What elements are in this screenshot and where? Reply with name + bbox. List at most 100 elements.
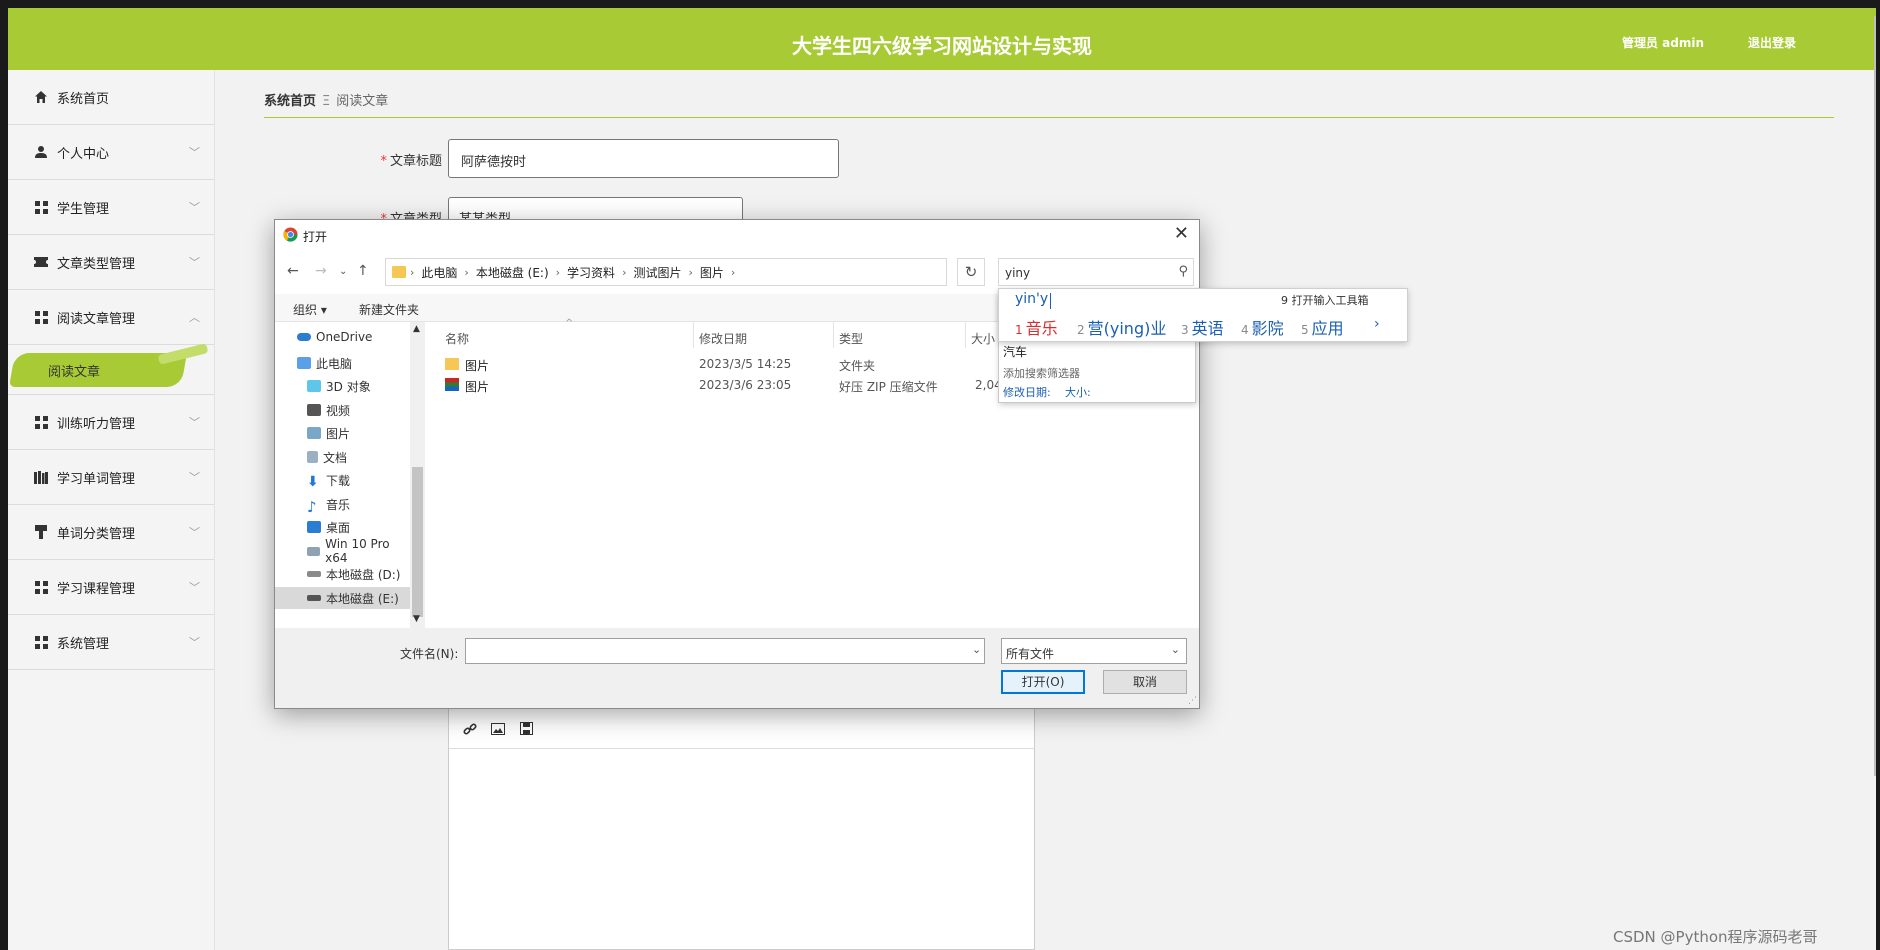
ime-candidate[interactable]: 5 应用 [1301, 315, 1344, 339]
pin-icon [34, 525, 48, 539]
sidebar-item-courses[interactable]: 学习课程管理 ﹀ [8, 560, 214, 615]
tree-item-documents[interactable]: 文档 [275, 446, 410, 468]
dialog-footer: 文件名(N): ⌄ 所有文件 ⌄ 打开(O) 取消 ⋰ [275, 628, 1199, 708]
folder-icon [392, 266, 406, 278]
tree-item-downloads[interactable]: ⬇ 下载 [275, 469, 410, 491]
watermark: CSDN @Python程序源码老哥 [1613, 928, 1818, 946]
grid-icon [34, 415, 48, 429]
address-bar[interactable]: › 此电脑 › 本地磁盘 (E:) › 学习资料 › 测试图片 › 图片 › ⌄ [385, 258, 1040, 286]
title-label: * 文章标题 [380, 154, 442, 169]
organize-button[interactable]: 组织 ▾ [293, 301, 327, 318]
tree-item-videos[interactable]: 视频 [275, 399, 410, 421]
path-segment[interactable]: 学习资料 [567, 264, 615, 281]
site-title: 大学生四六级学习网站设计与实现 [792, 34, 1092, 58]
chevron-down-icon: ﹀ [189, 471, 200, 484]
sidebar-item-students[interactable]: 学生管理 ﹀ [8, 180, 214, 235]
sidebar-item-listening[interactable]: 训练听力管理 ﹀ [8, 395, 214, 450]
sort-ascending-icon: ^ [565, 318, 574, 329]
article-title-input[interactable]: 阿萨德按时 [448, 139, 839, 178]
tree-item-this-pc[interactable]: 此电脑 [275, 352, 410, 374]
sidebar-item-words[interactable]: 学习单词管理 ﹀ [8, 450, 214, 505]
user-icon [34, 145, 48, 159]
sidebar-item-article-types[interactable]: 文章类型管理 ﹀ [8, 235, 214, 290]
tree-item-onedrive[interactable]: OneDrive [275, 326, 410, 348]
filetype-select[interactable]: 所有文件 ⌄ [1001, 638, 1187, 664]
column-header-type[interactable]: 类型 [839, 330, 863, 347]
search-value: yiny [1005, 266, 1031, 280]
logout-link[interactable]: 退出登录 [1748, 34, 1796, 51]
close-icon[interactable]: ✕ [1174, 223, 1189, 244]
sidebar-item-word-categories[interactable]: 单词分类管理 ﹀ [8, 505, 214, 560]
ime-candidate[interactable]: 3 英语 [1181, 315, 1224, 339]
path-segment[interactable]: 图片 [700, 264, 724, 281]
tree-scrollbar[interactable]: ▲ ▼ [410, 322, 425, 628]
chevron-down-icon: ⌄ [1170, 643, 1180, 656]
rich-text-editor[interactable] [448, 708, 1035, 950]
video-icon[interactable] [519, 722, 533, 736]
path-segment[interactable]: 本地磁盘 (E:) [476, 264, 549, 281]
back-icon[interactable]: ← [287, 263, 299, 279]
top-header: 大学生四六级学习网站设计与实现 管理员 admin 退出登录 [8, 8, 1876, 70]
ime-candidate[interactable]: 4 影院 [1241, 315, 1284, 339]
column-header-name[interactable]: 名称 [445, 330, 469, 347]
link-icon[interactable] [463, 722, 477, 736]
tree-item-disk-d[interactable]: 本地磁盘 (D:) [275, 563, 410, 585]
tree-scroll-thumb[interactable] [412, 467, 423, 617]
scroll-down-icon[interactable]: ▼ [413, 614, 420, 624]
sidebar-item-label: 学习单词管理 [57, 471, 136, 487]
grid-icon [34, 310, 48, 324]
chevron-down-icon[interactable]: ⌄ [972, 643, 981, 656]
cancel-button[interactable]: 取消 [1103, 670, 1187, 694]
search-input[interactable]: yiny ⚲ [998, 258, 1194, 286]
page-scrollbar[interactable] [1874, 16, 1876, 776]
filter-size-link[interactable]: 大小: [1065, 384, 1091, 400]
up-icon[interactable]: ↑ [357, 263, 369, 279]
search-icon[interactable]: ⚲ [1178, 264, 1188, 279]
sidebar-item-home[interactable]: 系统首页 [8, 70, 214, 125]
chevron-down-icon: ﹀ [189, 256, 200, 269]
home-icon [34, 90, 48, 104]
path-segment[interactable]: 此电脑 [421, 264, 457, 281]
path-segment[interactable]: 测试图片 [633, 264, 681, 281]
sidebar-item-personal[interactable]: 个人中心 ﹀ [8, 125, 214, 180]
chevron-down-icon: ﹀ [189, 146, 200, 159]
tree-item-music[interactable]: ♪ 音乐 [275, 493, 410, 517]
tree-item-desktop[interactable]: 桌面 [275, 516, 410, 538]
ticket-icon [34, 255, 48, 269]
sidebar-subitem-reading-article[interactable]: 阅读文章 [8, 343, 214, 395]
column-header-date[interactable]: 修改日期 [699, 330, 747, 347]
ime-next-page[interactable]: › [1374, 316, 1380, 332]
resize-grip-icon[interactable]: ⋰ [1188, 696, 1197, 706]
open-button[interactable]: 打开(O) [1001, 670, 1085, 694]
music-icon: ♪ [307, 498, 317, 516]
sidebar-item-reading-articles[interactable]: 阅读文章管理 ︿ [8, 290, 214, 345]
ime-candidate[interactable]: 2 营(ying)业 [1077, 315, 1166, 339]
download-icon: ⬇ [307, 474, 319, 490]
forward-icon[interactable]: → [315, 263, 327, 279]
scroll-up-icon[interactable]: ▲ [413, 324, 420, 334]
sidebar-item-system[interactable]: 系统管理 ﹀ [8, 615, 214, 670]
recent-locations-icon[interactable]: ⌄ [339, 266, 347, 277]
add-filter-label: 添加搜索筛选器 [1003, 367, 1080, 380]
image-icon[interactable] [491, 722, 505, 736]
cube-icon [307, 380, 321, 392]
navigation-tree: OneDrive 此电脑 3D 对象 视频 图片 文档 ⬇ 下载 ♪ 音乐 桌面 W… [275, 322, 425, 628]
sidebar-subitem-label: 阅读文章 [48, 365, 101, 380]
chevron-down-icon: ﹀ [189, 526, 200, 539]
sidebar-item-label: 训练听力管理 [57, 416, 136, 432]
filename-input[interactable] [465, 638, 985, 664]
refresh-button[interactable]: ↻ [957, 258, 985, 286]
folder-icon [445, 358, 459, 370]
column-header-size[interactable]: 大小 [971, 330, 995, 347]
tree-item-pictures[interactable]: 图片 [275, 422, 410, 444]
new-folder-button[interactable]: 新建文件夹 [359, 301, 419, 318]
suggestion-item[interactable]: 汽车 [1003, 343, 1027, 360]
tree-item-3d[interactable]: 3D 对象 [275, 375, 410, 397]
filter-date-link[interactable]: 修改日期: [1003, 384, 1051, 400]
breadcrumb-home[interactable]: 系统首页 [264, 94, 316, 109]
ime-toolbox-link[interactable]: 9 打开输入工具箱 [1281, 292, 1369, 308]
sidebar-item-label: 个人中心 [57, 146, 110, 162]
tree-item-win10[interactable]: Win 10 Pro x64 [275, 537, 410, 565]
ime-candidate[interactable]: 1 音乐 [1015, 315, 1058, 339]
tree-item-disk-e[interactable]: 本地磁盘 (E:) [275, 587, 410, 609]
